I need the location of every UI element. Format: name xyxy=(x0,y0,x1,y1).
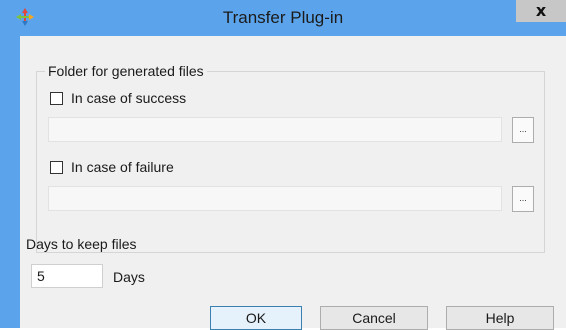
title-bar[interactable]: Transfer Plug-in x xyxy=(0,0,566,36)
failure-checkbox[interactable] xyxy=(50,160,63,174)
failure-folder-input[interactable] xyxy=(48,186,502,211)
cancel-button[interactable]: Cancel xyxy=(320,306,428,330)
failure-checkbox-row[interactable]: In case of failure xyxy=(50,159,174,175)
close-button[interactable]: x xyxy=(516,0,566,22)
success-browse-button[interactable]: ... xyxy=(512,117,534,143)
success-checkbox-label: In case of success xyxy=(71,90,187,106)
days-to-keep-input[interactable]: 5 xyxy=(31,264,103,288)
failure-browse-button[interactable]: ... xyxy=(512,186,534,212)
window-title: Transfer Plug-in xyxy=(222,8,344,27)
days-to-keep-label: Days to keep files xyxy=(26,236,137,252)
folder-groupbox: In case of success ... In case of failur… xyxy=(36,71,545,253)
success-checkbox-row[interactable]: In case of success xyxy=(50,90,186,106)
ellipsis-icon: ... xyxy=(519,193,527,203)
failure-checkbox-label: In case of failure xyxy=(71,159,174,175)
close-icon: x xyxy=(535,1,547,20)
success-folder-input[interactable] xyxy=(48,117,502,142)
folder-group-legend: Folder for generated files xyxy=(45,63,207,79)
ellipsis-icon: ... xyxy=(519,124,527,134)
dialog-window: Transfer Plug-in x In case of success ..… xyxy=(0,0,566,330)
days-unit-label: Days xyxy=(113,269,145,285)
success-checkbox[interactable] xyxy=(50,91,63,105)
help-button[interactable]: Help xyxy=(446,306,554,330)
dialog-content: In case of success ... In case of failur… xyxy=(20,36,566,330)
ok-button[interactable]: OK xyxy=(210,306,302,330)
